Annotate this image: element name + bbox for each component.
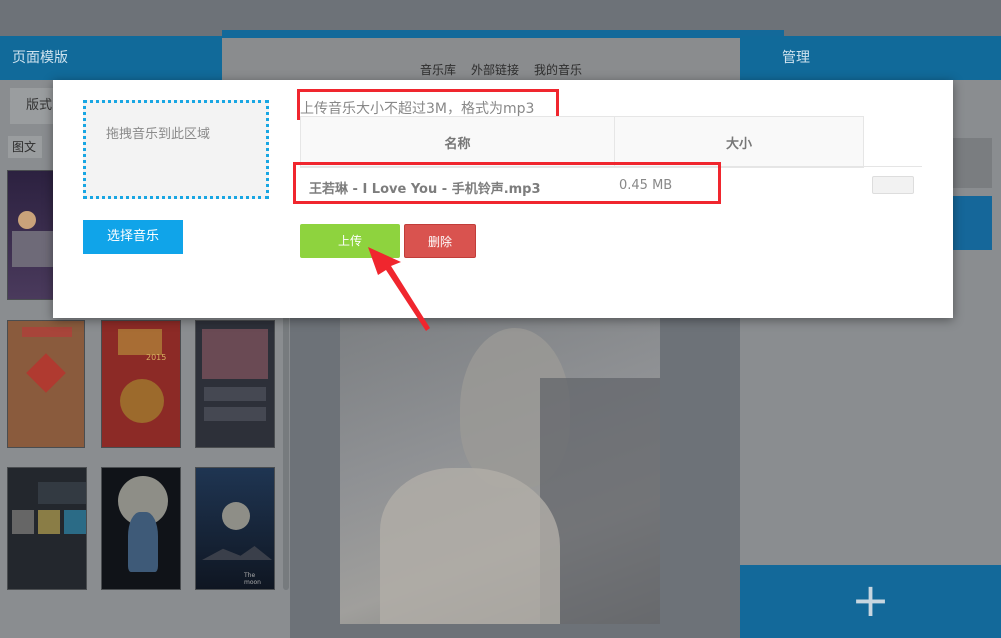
column-header-name: 名称	[300, 116, 615, 168]
upload-button[interactable]: 上传	[300, 224, 400, 258]
delete-button[interactable]: 删除	[404, 224, 476, 258]
choose-music-button[interactable]: 选择音乐	[83, 220, 183, 254]
ornament-icon	[120, 379, 164, 423]
template-thumbnail[interactable]	[195, 320, 275, 448]
list-item	[204, 387, 266, 401]
template-thumbnail[interactable]	[7, 320, 85, 448]
video-cover	[202, 329, 268, 379]
moon-icon	[222, 502, 250, 530]
phone-tile	[38, 482, 86, 504]
add-page-button[interactable]: +	[740, 565, 1001, 638]
banner	[22, 327, 72, 337]
contact-tile	[64, 510, 86, 534]
manage-panel-title: 管理	[740, 36, 1001, 80]
greeting-year: 2015	[146, 353, 167, 362]
music-dropzone[interactable]: 拖拽音乐到此区域	[83, 100, 269, 199]
fortune-icon	[26, 353, 66, 393]
contact-tile	[38, 510, 60, 534]
row-progress-bar	[872, 176, 914, 194]
tab-my-music[interactable]: 我的音乐	[534, 61, 582, 78]
photo-figure	[380, 468, 560, 624]
tab-external-link[interactable]: 外部链接	[471, 61, 519, 78]
tab-music-library[interactable]: 音乐库	[420, 61, 456, 78]
template-thumbnail[interactable]: The moon	[195, 467, 275, 590]
mountain-shape	[202, 546, 272, 560]
file-table: 名称 大小	[300, 116, 864, 168]
list-item	[204, 407, 266, 421]
template-thumbnail[interactable]	[101, 467, 181, 590]
annotation-highlight-box	[293, 162, 721, 204]
thumbnail-caption: The moon	[244, 572, 261, 586]
filter-graphic-text[interactable]: 图文	[8, 136, 42, 158]
music-panel-topbar	[222, 30, 784, 38]
contact-tile	[12, 510, 34, 534]
anime-figure	[128, 512, 158, 572]
preview-photo	[340, 318, 660, 624]
column-header-size: 大小	[614, 116, 864, 168]
greeting-title	[118, 329, 162, 355]
template-panel-title: 页面模版	[0, 36, 222, 80]
template-thumbnail[interactable]	[7, 467, 87, 590]
template-thumbnail[interactable]: 2015	[101, 320, 181, 448]
avatar	[18, 211, 36, 229]
